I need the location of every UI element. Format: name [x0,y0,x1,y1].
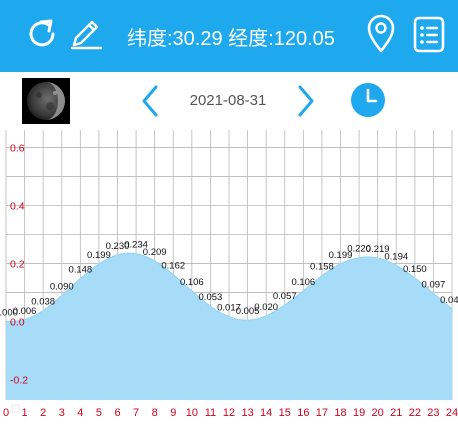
tide-data-point [358,256,361,259]
data-label: 0.194 [384,251,408,262]
tide-data-point [283,304,286,307]
x-tick-label: 7 [133,407,139,419]
y-tick-label: 0.0 [10,317,25,329]
x-tick-label: 14 [260,407,272,419]
selected-date[interactable]: 2021-08-31 [176,88,280,114]
tide-data-point [228,315,230,318]
chevron-right-icon[interactable] [294,84,318,118]
tide-chart[interactable]: 0.0000.0060.0380.0900.1480.1990.2300.234… [0,130,458,434]
data-label: 0.106 [180,277,204,288]
clock-icon[interactable] [350,82,386,118]
x-tick-label: 4 [77,407,83,419]
tide-data-point [153,259,156,262]
x-tick-label: 2 [40,407,46,419]
location-pin-icon[interactable] [364,14,398,54]
x-tick-label: 5 [96,407,102,419]
x-tick-label: 13 [241,407,253,419]
tide-data-point [42,309,45,312]
x-tick-label: 0 [3,407,9,419]
tide-data-point [209,305,212,308]
x-tick-label: 11 [205,407,216,419]
tide-data-point [116,253,119,256]
longitude-label: 经度:120.05 [228,28,335,50]
x-tick-label: 21 [390,407,402,419]
x-tick-label: 20 [372,407,384,419]
legend-marker [11,404,20,413]
pencil-icon[interactable] [68,16,104,52]
chevron-left-icon[interactable] [138,84,162,118]
list-icon[interactable] [412,16,446,54]
data-label: 0.090 [50,281,74,292]
data-label: 0.044 [440,295,458,306]
y-tick-label: -0.2 [10,375,28,387]
y-tick-label: 0.4 [10,200,25,212]
x-tick-label: 12 [223,407,235,419]
x-tick-label: 19 [353,407,365,419]
refresh-icon[interactable] [24,16,60,52]
latitude-label: 纬度:30.29 [127,28,223,50]
tide-data-point [320,274,323,277]
tide-data-point [395,264,398,267]
y-tick-label: 0.6 [10,142,25,154]
tide-data-point [302,289,305,292]
tide-data-point [376,257,379,260]
moon-phase-icon [22,78,70,124]
tide-data-point [79,277,82,280]
x-tick-label: 10 [186,407,198,419]
data-label: 0.097 [422,279,446,290]
x-tick-label: 17 [316,407,328,419]
data-label: 0.106 [291,277,315,288]
tide-data-point [5,320,7,323]
tide-data-point [246,319,249,322]
tide-data-point [190,289,193,292]
app-toolbar: 纬度:30.29 经度:120.05 [0,0,458,72]
x-tick-label: 9 [170,407,176,419]
coordinates-readout: 纬度:30.29 经度:120.05 [127,24,335,54]
data-label: 0.057 [273,291,297,302]
tide-data-point [265,314,268,317]
tide-chart-svg: 0.0000.0060.0380.0900.1480.1990.2300.234… [0,130,458,419]
tide-data-point [172,273,175,276]
x-tick-label: 22 [409,407,421,419]
data-label: 0.148 [68,265,92,276]
x-tick-label: 1 [22,407,28,419]
data-label: 0.209 [143,247,167,258]
tide-data-point [413,277,416,280]
x-tick-label: 24 [446,407,458,419]
data-label: 0.020 [254,302,278,313]
tide-data-point [97,262,100,265]
data-label: 0.158 [310,262,334,273]
data-label: 0.162 [161,261,185,272]
x-tick-label: 15 [279,407,291,419]
tide-data-point [432,292,435,295]
x-tick-label: 23 [427,407,439,419]
data-label: 0.038 [31,297,55,308]
y-tick-label: 0.2 [10,259,25,271]
date-navigation-bar: 2021-08-31 [0,72,458,130]
tide-data-point [339,262,342,265]
x-tick-label: 16 [297,407,309,419]
x-tick-label: 18 [334,407,346,419]
tide-data-point [135,252,138,255]
data-label: 0.053 [199,292,223,303]
x-tick-label: 6 [114,407,120,419]
x-tick-label: 3 [59,407,65,419]
tide-data-point [451,307,453,310]
tide-data-point [60,294,63,297]
data-label: 0.150 [403,264,427,275]
x-tick-label: 8 [152,407,158,419]
